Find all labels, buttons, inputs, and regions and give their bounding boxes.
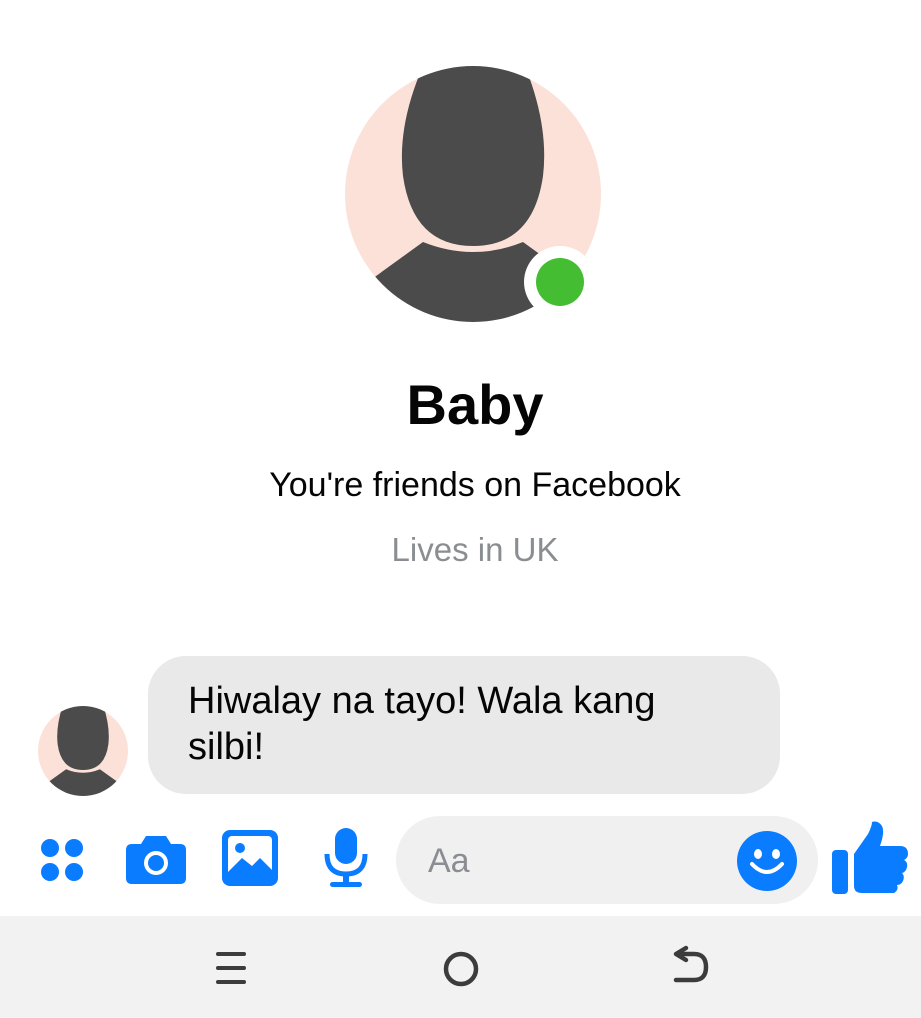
- camera-icon[interactable]: [126, 832, 186, 891]
- emoji-icon[interactable]: [736, 830, 798, 897]
- system-navigation-bar: [0, 916, 921, 1018]
- microphone-icon[interactable]: [322, 828, 370, 893]
- message-text: Hiwalay na tayo! Wala kang silbi!: [188, 680, 656, 768]
- contact-location: Lives in UK: [391, 531, 559, 568]
- message-composer[interactable]: [396, 816, 818, 904]
- home-icon[interactable]: [436, 944, 486, 994]
- message-input[interactable]: [426, 834, 730, 888]
- back-icon[interactable]: [666, 944, 716, 994]
- online-dot: [536, 258, 584, 306]
- sender-avatar[interactable]: [38, 706, 128, 796]
- contact-name: Baby: [406, 373, 544, 436]
- apps-icon[interactable]: [38, 836, 86, 889]
- thumbs-up-icon[interactable]: [832, 820, 908, 899]
- gallery-icon[interactable]: [222, 830, 278, 891]
- message-bubble[interactable]: Hiwalay na tayo! Wala kang silbi!: [148, 656, 780, 794]
- online-status-indicator: [524, 246, 596, 318]
- recents-icon[interactable]: [206, 944, 256, 994]
- friend-status: You're friends on Facebook: [269, 466, 681, 504]
